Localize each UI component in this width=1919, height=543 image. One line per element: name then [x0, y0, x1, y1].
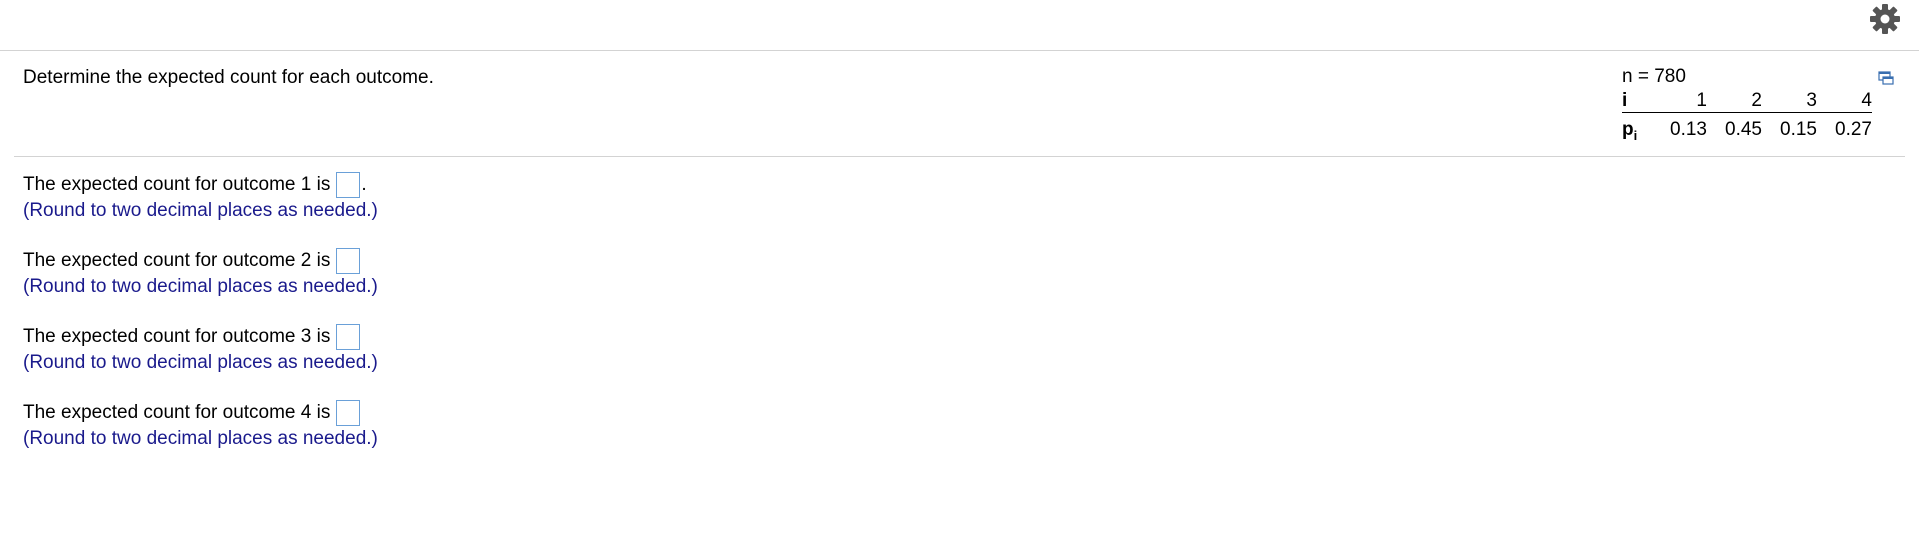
- popup-window-icon: [1878, 71, 1894, 85]
- rounding-hint: (Round to two decimal places as needed.): [23, 352, 378, 373]
- answer-input-2[interactable]: [336, 248, 361, 274]
- table-cell: 4: [1817, 90, 1872, 113]
- rounding-hint: (Round to two decimal places as needed.): [23, 428, 378, 449]
- answer-input-1[interactable]: [336, 172, 361, 198]
- table-cell: 0.45: [1725, 119, 1762, 140]
- answer-block-4: The expected count for outcome 4 is (Rou…: [23, 399, 378, 451]
- answer-prompt: The expected count for outcome 3 is: [23, 326, 331, 347]
- answer-input-4[interactable]: [336, 400, 361, 426]
- answer-block-1: The expected count for outcome 1 is . (R…: [23, 171, 378, 223]
- answer-suffix: .: [361, 174, 367, 195]
- section-divider: [14, 156, 1905, 157]
- table-cell: 0.13: [1670, 119, 1707, 140]
- answer-input-3[interactable]: [336, 324, 361, 350]
- row-header-i: i: [1622, 90, 1652, 113]
- row-header-p-subscript: i: [1633, 128, 1638, 143]
- rounding-hint: (Round to two decimal places as needed.): [23, 200, 378, 221]
- header-divider: [0, 50, 1919, 51]
- sample-size: n = 780: [1622, 66, 1686, 87]
- gear-icon: [1870, 4, 1900, 34]
- row-header-p: pi: [1622, 113, 1652, 146]
- data-panel: n = 780 i 1 2 3 4 pi 0.13 0.45 0.15 0.27: [1622, 66, 1872, 145]
- open-data-window-button[interactable]: [1878, 70, 1894, 86]
- row-header-p-label: p: [1622, 119, 1634, 140]
- table-cell: 0.27: [1835, 119, 1872, 140]
- table-cell: 0.15: [1780, 119, 1817, 140]
- rounding-hint: (Round to two decimal places as needed.): [23, 276, 378, 297]
- table-cell: 1: [1652, 90, 1707, 113]
- table-cell: 3: [1762, 90, 1817, 113]
- table-row: i 1 2 3 4: [1622, 90, 1872, 113]
- table-cell: 2: [1707, 90, 1762, 113]
- question-text: Determine the expected count for each ou…: [23, 67, 434, 88]
- probability-table: i 1 2 3 4 pi 0.13 0.45 0.15 0.27: [1622, 90, 1872, 145]
- answer-block-2: The expected count for outcome 2 is (Rou…: [23, 247, 378, 299]
- answer-block-3: The expected count for outcome 3 is (Rou…: [23, 323, 378, 375]
- settings-button[interactable]: [1868, 2, 1902, 36]
- answer-prompt: The expected count for outcome 4 is: [23, 402, 331, 423]
- answer-prompt: The expected count for outcome 2 is: [23, 250, 331, 271]
- answer-prompt: The expected count for outcome 1 is: [23, 174, 331, 195]
- table-row: pi 0.13 0.45 0.15 0.27: [1622, 113, 1872, 146]
